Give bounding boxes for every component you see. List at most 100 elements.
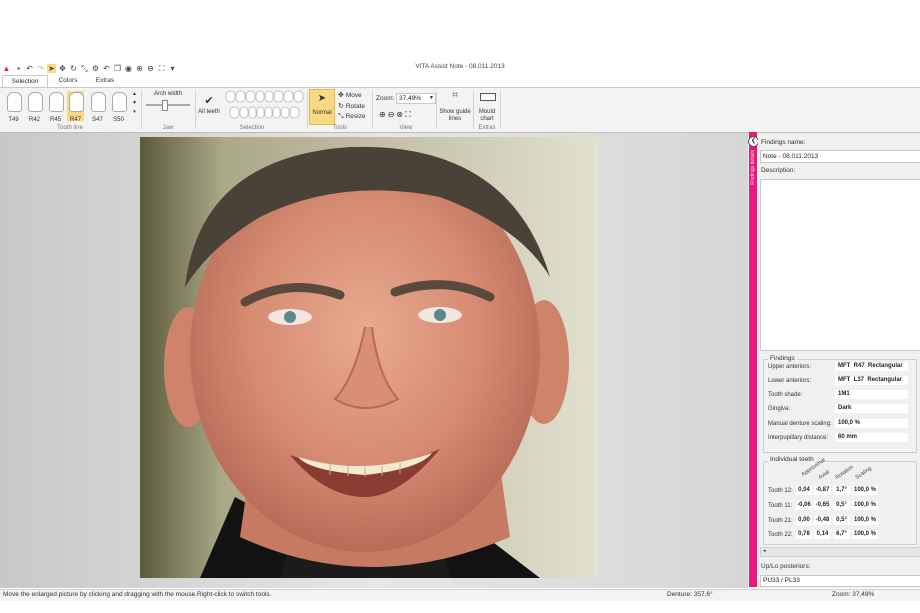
status-bar: Move the enlarged picture by clicking an… — [0, 589, 920, 601]
status-message: Move the enlarged picture by clicking an… — [3, 591, 272, 598]
tooth-11-approximal: -0,06 — [796, 501, 812, 510]
zoom-select[interactable]: 37,49% ▼ — [396, 93, 436, 104]
lower-anteriors-value: MFT L37 Rectangular — [835, 376, 908, 385]
description-label: Description: — [761, 167, 796, 174]
mould-chart-button[interactable]: Mould chart — [475, 90, 499, 122]
zoom-value: 37,49% — [399, 95, 422, 102]
patient-photo[interactable] — [140, 137, 598, 578]
lower-anteriors-label: Lower anteriors: — [768, 378, 812, 384]
scroll-left-icon[interactable]: ◂ — [763, 548, 766, 554]
move-tool-button[interactable]: ✥ Move — [338, 91, 372, 101]
gallery-scroll-icons[interactable]: ▲ ▼ ▾ — [131, 90, 138, 117]
denture-scaling-value: 100,0 % — [835, 419, 908, 428]
posteriors-label: Up/Lo posteriors: — [761, 563, 811, 570]
findings-box-title: Findings — [768, 355, 797, 362]
interpupillary-label: Interpupillary distance: — [768, 435, 829, 441]
mould-chart-icon — [480, 93, 496, 101]
arch-width-label: Arch width — [153, 91, 182, 97]
rotate-label: Rotate — [345, 103, 365, 110]
ribbon-tabs: Selection Colors Extras — [0, 75, 920, 88]
tooth-11-label: Tooth 11: — [768, 503, 793, 509]
group-label-extras: Extras — [478, 125, 496, 131]
tooth-12-label: Tooth 12: — [768, 488, 793, 494]
show-guide-lines-label: Show guide lines — [439, 109, 471, 122]
pointer-icon: ➤ — [317, 93, 327, 104]
individual-teeth-title: Individual teeth — [768, 456, 816, 463]
upper-anteriors-value: MFT R47 Rectangular — [835, 362, 908, 371]
tooth-line-t49[interactable]: T49 — [5, 91, 22, 123]
resize-icon: ⤡ — [338, 113, 344, 120]
tooth-line-s50[interactable]: S50 — [110, 91, 127, 123]
guide-lines-icon: ⌗ — [452, 90, 458, 101]
ribbon: T49 R42 R45 R47 S47 S50 ▲ ▼ ▾ Tooth line A… — [0, 87, 920, 133]
image-canvas[interactable] — [0, 132, 748, 588]
tooth-21-approximal: 0,00 — [796, 516, 812, 525]
interpupillary-value: 60 mm — [835, 433, 908, 442]
tooth-21-label: Tooth 21: — [768, 518, 793, 524]
posteriors-input[interactable]: PU33 / PL33 — [760, 575, 920, 587]
tooth-line-r47[interactable]: R47 — [67, 91, 84, 123]
tooth-11-rotation: 0,5° — [833, 501, 850, 510]
status-denture: Denture: 357,6° — [667, 591, 713, 598]
zoom-in-icon[interactable]: ⊕ — [379, 110, 388, 119]
all-teeth-button[interactable]: All teeth — [196, 109, 222, 115]
tooth-12-axial: -0,87 — [814, 486, 831, 495]
rotate-tool-button[interactable]: ↻ Rotate — [338, 102, 372, 112]
findings-panel-strip[interactable] — [749, 132, 757, 587]
tooth-22-axial: 0,14 — [814, 530, 831, 539]
description-textarea[interactable] — [760, 179, 920, 351]
panel-horizontal-scrollbar[interactable]: ◂ — [760, 547, 920, 557]
gingiva-value: Dark — [835, 404, 908, 413]
tab-extras[interactable]: Extras — [88, 75, 122, 87]
fit-to-window-icon[interactable]: ⛶ — [405, 110, 413, 119]
chevron-down-icon: ▼ — [429, 95, 434, 101]
arch-width-slider[interactable] — [146, 104, 190, 106]
tooth-22-rotation: 6,7° — [833, 530, 850, 539]
title-bar: ▲ ▪ ↶ ↷ ➤ ✥ ↻ ⤡ ⚙ ↶ ❐ ◉ ⊕ ⊖ ⛶ ▾ VITA Ass… — [0, 62, 920, 75]
divider — [500, 91, 501, 129]
tooth-line-s47[interactable]: S47 — [89, 91, 106, 123]
show-guide-lines-button[interactable]: ⌗ Show guide lines — [438, 90, 472, 126]
tooth-21-scaling: 100,0 % — [852, 516, 878, 525]
divider — [141, 91, 142, 129]
tooth-12-approximal: 0,04 — [796, 486, 812, 495]
divider — [473, 91, 474, 129]
group-label-selection: Selection — [239, 125, 265, 131]
upper-anteriors-label: Upper anteriors: — [768, 364, 812, 370]
zoom-buttons[interactable]: ⊕⊖⊗⛶ — [379, 110, 413, 120]
tooth-12-scaling: 100,0 % — [852, 486, 878, 495]
group-label-view: View — [399, 125, 413, 131]
tooth-line-r42[interactable]: R42 — [26, 91, 43, 123]
findings-panel: Findings name: Note - 08.011.2013 Descri… — [758, 132, 920, 588]
group-label-tooth-line: Tooth line — [57, 125, 83, 131]
tooth-11-scaling: 100,0 % — [852, 501, 878, 510]
rotate-icon: ↻ — [338, 103, 344, 110]
resize-tool-button[interactable]: ⤡ Resize — [338, 113, 372, 123]
findings-name-input[interactable]: Note - 08.011.2013 — [760, 150, 920, 163]
tooth-line-r45[interactable]: R45 — [47, 91, 64, 123]
normal-tool-label: Normal — [312, 110, 332, 116]
tooth-11-axial: -0,65 — [814, 501, 831, 510]
tooth-12-rotation: 1,7° — [833, 486, 850, 495]
checkmark-icon: ✔ — [204, 95, 214, 107]
zoom-reset-icon[interactable]: ⊗ — [396, 110, 405, 119]
divider — [436, 91, 437, 129]
group-label-jaw: Jaw — [162, 125, 174, 131]
arch-width-slider-thumb[interactable] — [162, 100, 168, 111]
teeth-selection-preview[interactable] — [224, 90, 306, 120]
divider — [307, 91, 308, 129]
normal-tool-button[interactable]: ➤ Normal — [309, 89, 335, 125]
divider — [372, 91, 373, 129]
move-label: Move — [345, 92, 362, 99]
chevron-left-icon: ❮ — [750, 138, 757, 144]
tooth-22-approximal: 0,78 — [796, 530, 812, 539]
tooth-21-axial: -0,48 — [814, 516, 831, 525]
tooth-shade-label: Tooth shade: — [768, 392, 803, 398]
gingiva-label: Gingiva: — [768, 406, 791, 412]
tooth-22-scaling: 100,0 % — [852, 530, 878, 539]
zoom-label: Zoom: — [376, 95, 395, 102]
tab-colors[interactable]: Colors — [52, 75, 84, 87]
tooth-22-label: Tooth 22: — [768, 532, 793, 538]
resize-label: Resize — [345, 113, 366, 120]
move-icon: ✥ — [338, 92, 344, 99]
